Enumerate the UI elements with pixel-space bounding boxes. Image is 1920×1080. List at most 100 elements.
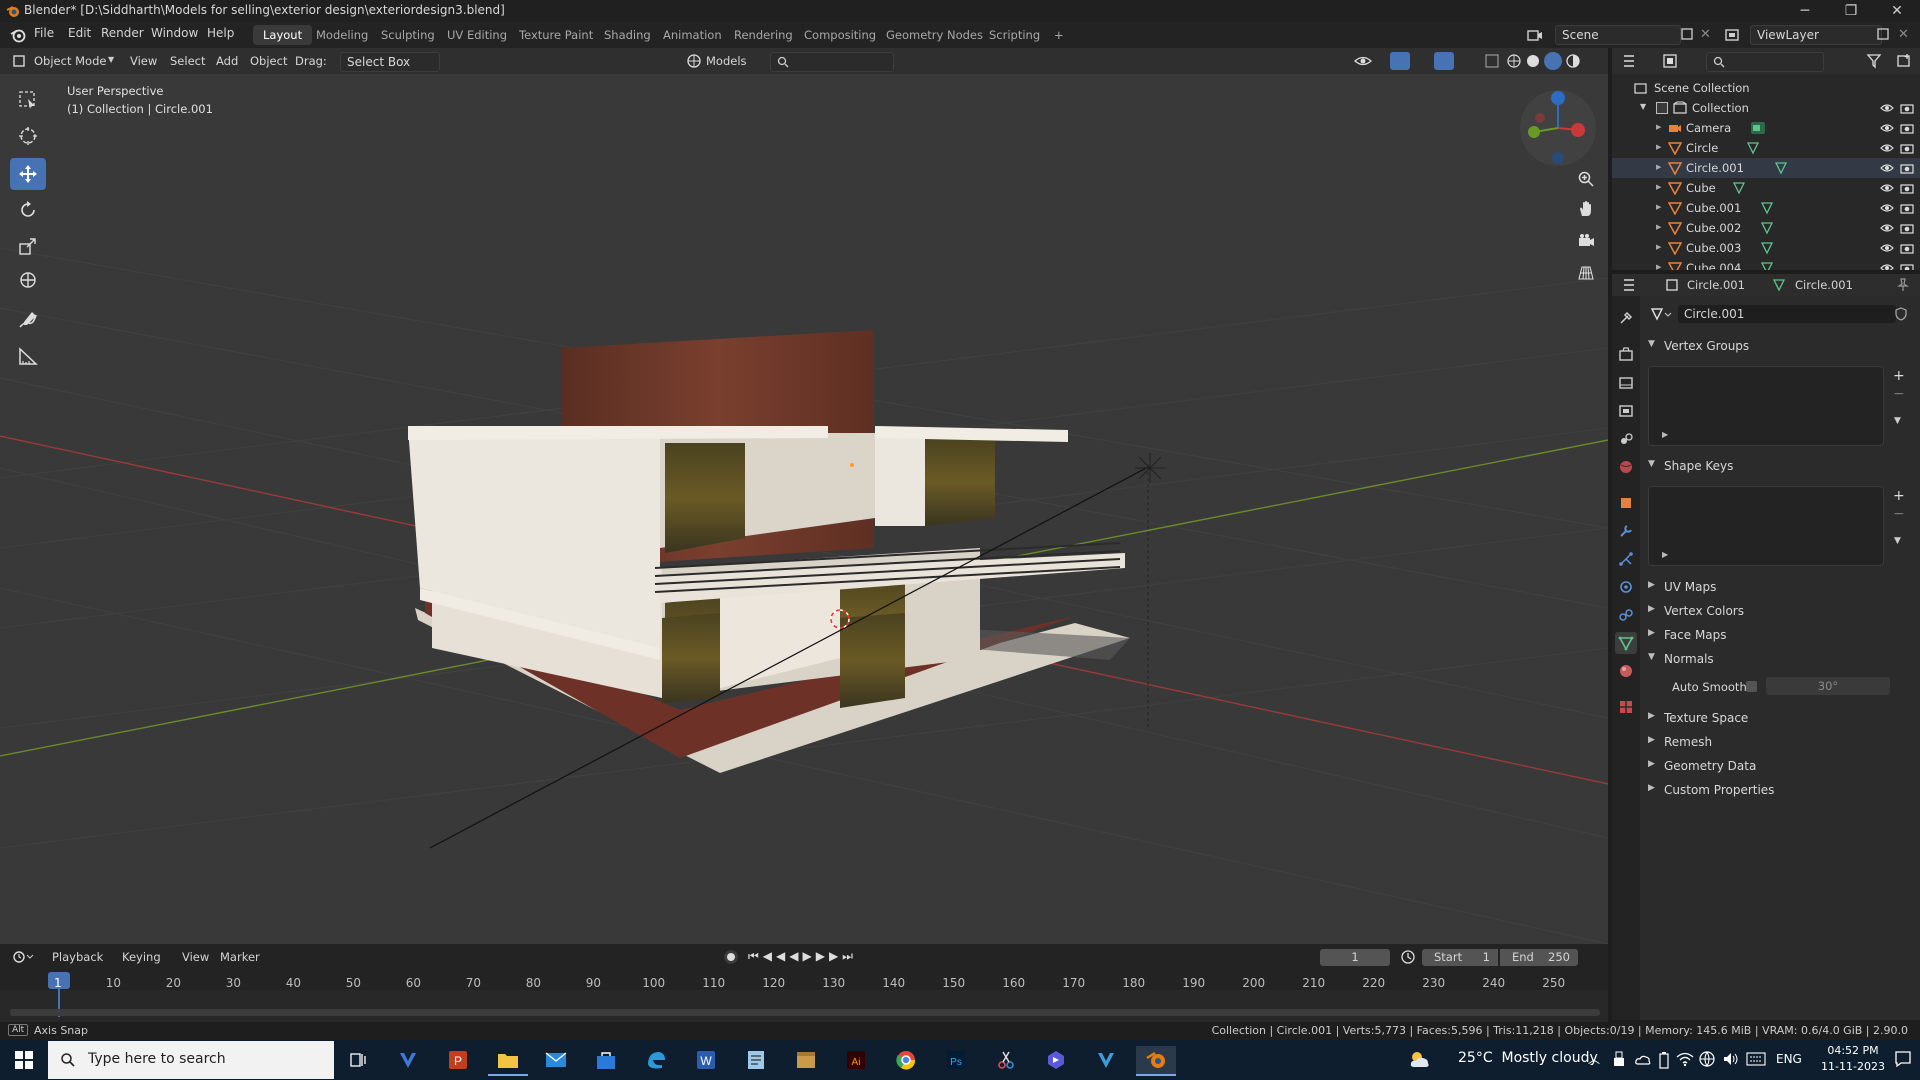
outliner-row-cube-002[interactable]: ▶ Cube.002 [1612,218,1920,238]
mesh-data-icon[interactable] [1760,201,1774,215]
tray-network-globe-icon[interactable] [1698,1050,1716,1068]
clock-time[interactable]: 04:52 PM [1818,1044,1888,1057]
properties-editor-type-icon[interactable] [1622,278,1642,292]
weather-text[interactable]: 25°C Mostly cloudy [1458,1050,1598,1066]
mail-app-icon[interactable] [536,1046,576,1074]
constraints-tab-icon[interactable] [1615,604,1637,626]
weather-cloud-icon[interactable] [1408,1049,1432,1071]
particles-tab-icon[interactable] [1615,548,1637,570]
outliner-row-circle-001[interactable]: ▶ Circle.001 [1612,158,1920,178]
blender-menu-icon[interactable] [10,27,26,43]
render-tab-icon[interactable] [1615,343,1637,365]
visibility-eye-icon[interactable] [1880,121,1894,135]
render-camera-icon[interactable] [1900,241,1914,255]
outliner-row-cube[interactable]: ▶ Cube [1612,178,1920,198]
playback-controls[interactable]: ⏮◀◀◀▶▶▶⏭ [748,949,857,964]
material-tab-icon[interactable] [1615,660,1637,682]
world-tab-icon[interactable] [1615,456,1637,478]
render-camera-icon[interactable] [1900,121,1914,135]
vivaldi-secondary-app-icon[interactable] [1086,1046,1126,1074]
outliner-row-cube-001[interactable]: ▶ Cube.001 [1612,198,1920,218]
overlay-toggle-icon[interactable] [1434,52,1454,70]
tool-tab-icon[interactable] [1615,307,1637,329]
tab-sculpting[interactable]: Sculpting [371,25,445,45]
menu-edit[interactable]: Edit [68,26,91,40]
tray-cloud-icon[interactable] [1634,1051,1652,1067]
clock-date[interactable]: 11-11-2023 [1818,1060,1888,1073]
physics-tab-icon[interactable] [1615,576,1637,598]
panel-face-maps[interactable]: ▶ Face Maps [1640,624,1920,646]
panel-geometry-data[interactable]: ▶ Geometry Data [1640,755,1920,777]
delete-view-layer-icon[interactable]: ✕ [1898,27,1909,42]
expand-chevron-icon[interactable]: ▶ [1656,203,1661,211]
texture-tab-icon[interactable] [1615,696,1637,718]
display-mode-icon[interactable] [1662,53,1682,69]
minimize-button[interactable]: ─ [1782,0,1828,22]
outliner-row-collection[interactable]: ▼ Collection [1612,98,1920,118]
expand-chevron-icon[interactable]: ▶ [1656,143,1661,151]
breadcrumb-object[interactable]: Circle.001 [1687,278,1745,292]
expand-chevron-icon[interactable]: ▶ [1656,263,1661,270]
menu-help[interactable]: Help [207,26,234,40]
render-camera-icon[interactable] [1900,221,1914,235]
panel-vertex-colors[interactable]: ▶ Vertex Colors [1640,600,1920,622]
expand-chevron-icon[interactable]: ▶ [1656,223,1661,231]
rotate-tool[interactable] [10,194,46,226]
chrome-app-icon[interactable] [886,1046,926,1074]
windows-start-icon[interactable] [4,1046,44,1074]
panel-texture-space[interactable]: ▶ Texture Space [1640,707,1920,729]
transform-tool[interactable] [10,264,46,296]
start-frame-field[interactable]: Start 1 [1422,949,1498,966]
visibility-eye-icon[interactable] [1880,181,1894,195]
tray-volume-icon[interactable] [1722,1051,1740,1067]
collection-checkbox[interactable] [1656,102,1668,114]
camera-data-icon[interactable] [1750,121,1766,135]
object-tab-icon[interactable] [1615,492,1637,514]
scene-tab-icon[interactable] [1615,428,1637,450]
edge-app-icon[interactable] [636,1046,676,1074]
mesh-data-icon[interactable] [1732,181,1746,195]
wireframe-shading-icon[interactable] [1506,53,1522,69]
shape-key-menu-chevron-icon[interactable]: ▼ [1894,536,1901,546]
shape-keys-expand-icon[interactable]: ▶ [1662,550,1668,559]
visibility-eye-icon[interactable] [1880,201,1894,215]
mode-selector[interactable]: Object Mode [34,52,106,70]
tray-battery-icon[interactable] [1658,1051,1670,1069]
outliner-row-cube-004[interactable]: ▶ Cube.004 [1612,258,1920,270]
drag-select-box[interactable]: Select Box [340,52,440,72]
xray-toggle-icon[interactable] [1484,53,1500,69]
outliner-search-field[interactable] [1706,52,1824,72]
fake-user-shield-icon[interactable] [1894,307,1908,321]
vertex-groups-expand-icon[interactable]: ▶ [1662,430,1668,439]
photoshop-app-icon[interactable]: Ps [936,1046,976,1074]
filter-funnel-icon[interactable] [1866,53,1882,69]
mode-chevron-down-icon[interactable]: ▼ [108,55,114,64]
solid-shading-icon[interactable] [1525,53,1541,69]
menu-file[interactable]: File [34,26,54,40]
tab-modeling[interactable]: Modeling [306,25,378,45]
shape-key-remove-button[interactable]: − [1893,506,1905,522]
mesh-data-tab-icon[interactable] [1615,632,1637,654]
vertex-group-remove-button[interactable]: − [1893,386,1905,402]
shape-key-add-button[interactable]: + [1893,488,1905,504]
tab-compositing[interactable]: Compositing [794,25,886,45]
new-view-layer-icon[interactable] [1876,27,1890,41]
panel-remesh[interactable]: ▶ Remesh [1640,731,1920,753]
timeline-view-menu[interactable]: View [182,950,209,964]
timeline-keying-menu[interactable]: Keying [122,950,161,964]
auto-smooth-angle-field[interactable]: 30° [1766,677,1890,695]
timeline-playback-menu[interactable]: Playback [52,950,103,964]
new-collection-icon[interactable] [1896,53,1912,69]
menu-window[interactable]: Window [151,26,198,40]
measure-tool[interactable] [10,340,46,372]
annotate-tool[interactable] [10,304,46,336]
scene-selector[interactable]: Scene [1555,25,1681,45]
end-frame-field[interactable]: End 250 [1500,949,1578,966]
render-camera-icon[interactable] [1900,261,1914,270]
show-hidden-icons-chevron-icon[interactable]: ︿ [1588,1050,1600,1067]
snipping-tool-app-icon[interactable] [986,1046,1026,1074]
viewport-menu-object[interactable]: Object [250,52,287,70]
visibility-eye-icon[interactable] [1880,161,1894,175]
viewport-menu-select[interactable]: Select [170,52,205,70]
3d-viewport[interactable]: User Perspective (1) Collection | Circle… [0,48,1608,944]
